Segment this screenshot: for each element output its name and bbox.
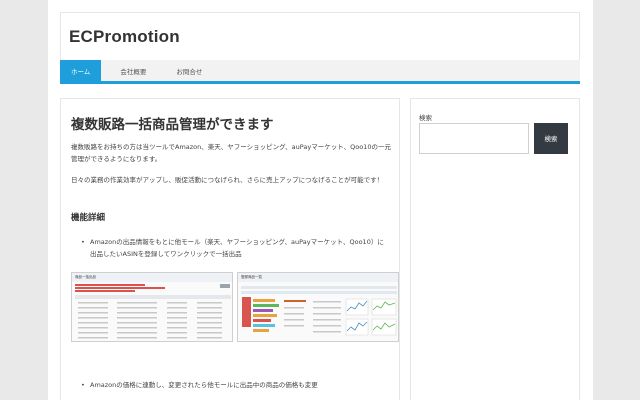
screenshot-title: 登録商品一覧 xyxy=(241,275,262,279)
nav-item-contact[interactable]: お問合せ xyxy=(165,60,213,84)
page: ECPromotion ホーム 会社概要 お問合せ 複数販路一括商品管理ができま… xyxy=(48,0,593,400)
page-title: 複数販路一括商品管理ができます xyxy=(71,117,274,133)
screenshot-bulk-listing-image xyxy=(72,273,232,339)
intro-paragraph: 複数販路をお持ちの方は当ツールでAmazon、楽天、ヤフーショッピング、auPa… xyxy=(71,143,391,163)
nav-item-label: 会社概要 xyxy=(120,68,147,76)
screenshot-bulk-listing[interactable]: 商品一括出品 xyxy=(71,272,233,342)
screenshot-title: 商品一括出品 xyxy=(75,275,96,279)
nav-item-label: ホーム xyxy=(71,68,91,76)
site-title-link[interactable]: ECPromotion xyxy=(69,27,180,47)
feature-bullet: Amazonの価格に連動し、変更されたら他モールに出品中の商品の価格も変更 xyxy=(81,379,390,391)
sidebar: 検索 検索 xyxy=(410,98,580,400)
nav-item-home[interactable]: ホーム xyxy=(60,60,102,84)
main-content: 複数販路一括商品管理ができます 複数販路をお持ちの方は当ツールでAmazon、楽… xyxy=(60,98,400,400)
search-button[interactable]: 検索 xyxy=(534,123,568,154)
search-label: 検索 xyxy=(419,114,432,122)
screenshot-registered-list-image xyxy=(238,273,398,336)
feature-bullet: Amazonの出品情報をもとに他モール（楽天、ヤフーショッピング、auPayマー… xyxy=(81,236,390,260)
nav-item-company[interactable]: 会社概要 xyxy=(109,60,157,84)
benefit-paragraph: 日々の業務の作業効率がアップし、販促活動につなげられ、さらに売上アップにつなげる… xyxy=(71,176,384,184)
screenshot-registered-list[interactable]: 登録商品一覧 xyxy=(237,272,399,342)
nav-item-label: お問合せ xyxy=(176,68,203,76)
site-header: ECPromotion xyxy=(60,12,580,60)
main-navigation: ホーム 会社概要 お問合せ xyxy=(60,60,580,84)
feature-heading: 機能詳細 xyxy=(71,213,106,223)
search-input[interactable] xyxy=(419,123,529,154)
